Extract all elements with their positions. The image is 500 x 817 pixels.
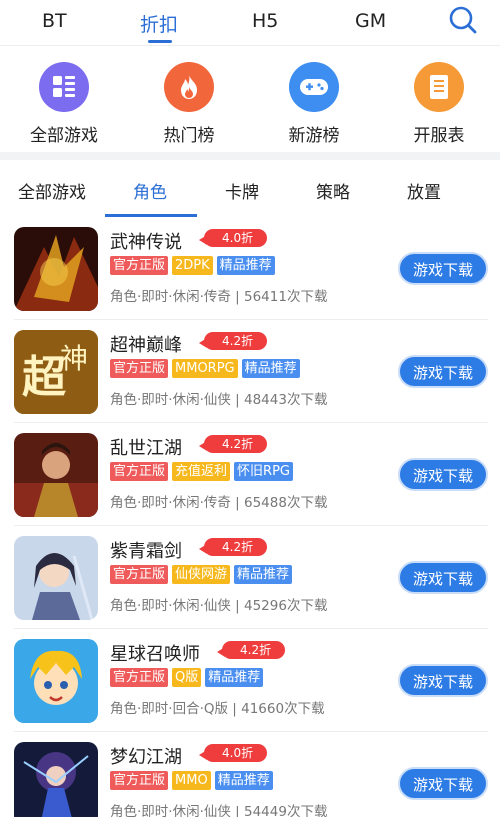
shortcut-label: 开服表 — [413, 126, 465, 146]
game-name: 紫青霜剑 — [110, 541, 182, 562]
tag-label: 充值返利 — [172, 462, 231, 481]
download-button[interactable]: 游戏下载 — [398, 664, 488, 697]
game-meta: 角色·即时·休闲·传奇 | 56411次下载 — [110, 289, 328, 305]
game-name: 武神传说 — [110, 232, 182, 253]
category-tab-role[interactable]: 角色 — [133, 178, 167, 203]
shortcut-server-list[interactable]: 开服表 — [389, 62, 489, 146]
game-meta: 角色·即时·休闲·仙侠 | 54449次下载 — [110, 804, 328, 817]
fire-icon — [164, 62, 214, 112]
game-meta: 角色·即时·休闲·仙侠 | 48443次下载 — [110, 392, 328, 408]
tag-label: 官方正版 — [110, 256, 169, 275]
game-thumbnail: 超神 — [14, 330, 98, 414]
game-list-item[interactable]: 乱世江湖 4.2折 官方正版 充值返利 怀旧RPG 角色·即时·休闲·传奇 | … — [0, 423, 500, 526]
discount-badge: 4.0折 — [198, 744, 268, 762]
discount-badge: 4.2折 — [198, 538, 268, 556]
game-thumbnail — [14, 742, 98, 817]
tag-label: 官方正版 — [110, 359, 169, 378]
tag-label: 官方正版 — [110, 565, 169, 584]
discount-badge: 4.2折 — [198, 332, 268, 350]
game-thumbnail — [14, 227, 98, 311]
category-tab-bar: 全部游戏 角色 卡牌 策略 放置 — [0, 160, 500, 218]
download-button[interactable]: 游戏下载 — [398, 458, 488, 491]
gamepad-icon — [289, 62, 339, 112]
shortcut-label: 新游榜 — [288, 126, 340, 146]
category-tab-all[interactable]: 全部游戏 — [18, 178, 86, 203]
game-list-item[interactable]: 梦幻江湖 4.0折 官方正版 MMO 精品推荐 角色·即时·休闲·仙侠 | 54… — [0, 732, 500, 817]
download-button[interactable]: 游戏下载 — [398, 767, 488, 800]
tag-list: 官方正版 Q版 精品推荐 — [110, 668, 264, 687]
tag-label: MMO — [172, 771, 211, 790]
game-name: 超神巅峰 — [110, 335, 182, 356]
tag-label: 精品推荐 — [216, 256, 275, 275]
game-thumbnail — [14, 536, 98, 620]
tag-label: 精品推荐 — [214, 771, 273, 790]
category-tab-idle[interactable]: 放置 — [407, 178, 441, 203]
tag-label: 官方正版 — [110, 668, 169, 687]
category-tab-strategy[interactable]: 策略 — [316, 178, 350, 203]
shortcut-new-games[interactable]: 新游榜 — [264, 62, 364, 146]
shortcut-hot-ranking[interactable]: 热门榜 — [139, 62, 239, 146]
tag-label: 精品推荐 — [241, 359, 300, 378]
document-icon — [414, 62, 464, 112]
section-divider — [0, 152, 500, 160]
shortcut-row: 全部游戏 热门榜 新游榜 开服表 — [0, 48, 500, 152]
game-thumbnail — [14, 639, 98, 723]
game-list-item[interactable]: 星球召唤师 4.2折 官方正版 Q版 精品推荐 角色·即时·回合·Q版 | 41… — [0, 629, 500, 732]
game-list-item[interactable]: 超神 超神巅峰 4.2折 官方正版 MMORPG 精品推荐 角色·即时·休闲·仙… — [0, 320, 500, 423]
svg-text:神: 神 — [60, 342, 88, 375]
game-name: 梦幻江湖 — [110, 747, 182, 768]
top-tab-bar: BT 折扣 H5 GM — [0, 0, 500, 46]
tab-discount[interactable]: 折扣 — [140, 10, 178, 37]
download-button[interactable]: 游戏下载 — [398, 355, 488, 388]
tag-list: 官方正版 MMORPG 精品推荐 — [110, 359, 300, 378]
tag-label: 怀旧RPG — [234, 462, 293, 481]
tag-label: 官方正版 — [110, 771, 169, 790]
tag-label: 2DPK — [172, 256, 213, 275]
shortcut-label: 全部游戏 — [30, 126, 98, 146]
tag-list: 官方正版 充值返利 怀旧RPG — [110, 462, 293, 481]
search-icon[interactable] — [447, 4, 479, 36]
category-tab-card[interactable]: 卡牌 — [225, 178, 259, 203]
tag-label: 精品推荐 — [234, 565, 293, 584]
tag-label: Q版 — [172, 668, 202, 687]
game-name: 乱世江湖 — [110, 438, 182, 459]
shortcut-all-games[interactable]: 全部游戏 — [14, 62, 114, 146]
tag-list: 官方正版 仙侠网游 精品推荐 — [110, 565, 293, 584]
tag-list: 官方正版 MMO 精品推荐 — [110, 771, 273, 790]
tab-bt[interactable]: BT — [42, 10, 67, 32]
discount-badge: 4.0折 — [198, 229, 268, 247]
game-meta: 角色·即时·休闲·传奇 | 65488次下载 — [110, 495, 328, 511]
download-button[interactable]: 游戏下载 — [398, 252, 488, 285]
game-meta: 角色·即时·回合·Q版 | 41660次下载 — [110, 701, 325, 717]
game-list-item[interactable]: 紫青霜剑 4.2折 官方正版 仙侠网游 精品推荐 角色·即时·休闲·仙侠 | 4… — [0, 526, 500, 629]
discount-badge: 4.2折 — [198, 435, 268, 453]
tag-list: 官方正版 2DPK 精品推荐 — [110, 256, 275, 275]
tab-h5[interactable]: H5 — [252, 10, 278, 32]
tag-label: MMORPG — [172, 359, 238, 378]
game-name: 星球召唤师 — [110, 644, 200, 665]
tag-label: 官方正版 — [110, 462, 169, 481]
active-tab-indicator — [148, 40, 172, 43]
tab-gm[interactable]: GM — [355, 10, 386, 32]
game-meta: 角色·即时·休闲·仙侠 | 45296次下载 — [110, 598, 328, 614]
discount-badge: 4.2折 — [216, 641, 286, 659]
download-button[interactable]: 游戏下载 — [398, 561, 488, 594]
tag-label: 仙侠网游 — [172, 565, 231, 584]
game-list-item[interactable]: 武神传说 4.0折 官方正版 2DPK 精品推荐 角色·即时·休闲·传奇 | 5… — [0, 217, 500, 320]
game-thumbnail — [14, 433, 98, 517]
grid-icon — [39, 62, 89, 112]
tag-label: 精品推荐 — [205, 668, 264, 687]
shortcut-label: 热门榜 — [163, 126, 215, 146]
